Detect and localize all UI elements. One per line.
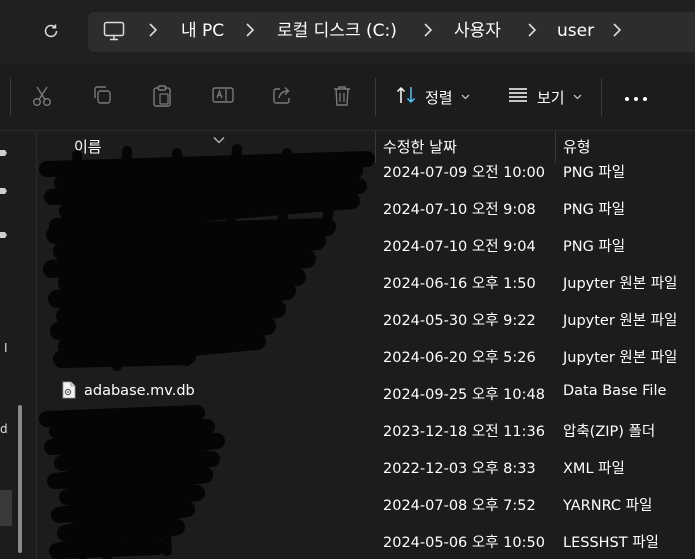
file-row[interactable]: 2023-12-18 오전 11:36 압축(ZIP) 폴더: [37, 411, 695, 448]
breadcrumb-user[interactable]: user: [557, 20, 594, 42]
file-type: XML 파일: [563, 461, 625, 477]
file-type: Jupyter 원본 파일: [563, 276, 678, 292]
sort-label: 정렬: [425, 88, 453, 107]
view-label: 보기: [537, 88, 565, 107]
file-row[interactable]: 2024-06-20 오후 5:26 Jupyter 원본 파일: [37, 337, 695, 374]
file-type: 압축(ZIP) 폴더: [563, 424, 656, 440]
chevron-right-icon[interactable]: [245, 22, 255, 40]
file-date: 2024-07-10 오전 9:08: [383, 202, 536, 218]
trash-icon[interactable]: [331, 84, 355, 108]
refresh-icon[interactable]: [40, 20, 62, 42]
file-date: 2024-07-09 오전 10:00: [383, 165, 545, 181]
file-type: YARNRC 파일: [563, 498, 653, 514]
nav-item-fragment[interactable]: d: [0, 422, 8, 436]
file-type: PNG 파일: [563, 202, 626, 218]
share-icon[interactable]: [271, 84, 295, 108]
file-row[interactable]: adabase.mv.db 2024-09-25 오후 10:48 Data B…: [37, 374, 695, 411]
scissors-icon[interactable]: [31, 84, 55, 108]
chevron-right-icon[interactable]: [423, 22, 433, 40]
file-date: 2024-07-08 오후 7:52: [383, 498, 536, 514]
file-type: Data Base File: [563, 383, 667, 399]
file-date: 2022-12-03 오후 8:33: [383, 461, 536, 477]
clipboard-icon[interactable]: [151, 84, 175, 108]
toolbar-divider: [10, 78, 11, 116]
file-type: PNG 파일: [563, 239, 626, 255]
file-date: 2024-05-06 오후 10:50: [383, 535, 545, 551]
file-date: 2024-06-16 오후 1:50: [383, 276, 536, 292]
file-row[interactable]: 2024-07-09 오전 10:00 PNG 파일: [37, 152, 695, 189]
file-date: 2024-07-10 오전 9:04: [383, 239, 536, 255]
file-row[interactable]: 2024-07-08 오후 7:52 YARNRC 파일: [37, 485, 695, 522]
sort-button[interactable]: 정렬: [395, 84, 470, 110]
pin-icon: [0, 183, 8, 195]
view-button[interactable]: 보기: [507, 84, 582, 110]
toolbar-divider: [375, 78, 376, 116]
file-row[interactable]: 2024-05-06 오후 10:50 LESSHST 파일: [37, 522, 695, 559]
address-bar-row: 내 PC 로컬 디스크 (C:) 사용자 user: [0, 0, 695, 64]
toolbar-divider: [601, 78, 602, 116]
sort-indicator-icon: [213, 129, 225, 144]
file-type: PNG 파일: [563, 165, 626, 181]
file-row[interactable]: 2022-12-03 오후 8:33 XML 파일: [37, 448, 695, 485]
nav-item-fragment[interactable]: I: [4, 341, 8, 355]
chevron-down-icon: [461, 92, 470, 103]
file-date: 2024-06-20 오후 5:26: [383, 350, 536, 366]
pin-icon: [0, 145, 8, 157]
sort-arrows-icon: [395, 84, 417, 110]
file-date: 2024-05-30 오후 9:22: [383, 313, 536, 329]
command-bar: 정렬 보기: [0, 64, 695, 131]
chevron-right-icon[interactable]: [527, 22, 537, 40]
copy-icon[interactable]: [91, 84, 115, 108]
file-date: 2024-09-25 오후 10:48: [383, 387, 545, 403]
file-row[interactable]: 2024-05-30 오후 9:22 Jupyter 원본 파일: [37, 300, 695, 337]
monitor-icon: [103, 21, 127, 43]
file-type: Jupyter 원본 파일: [563, 350, 678, 366]
more-dots-icon[interactable]: [624, 90, 648, 102]
nav-selected-item[interactable]: [0, 490, 12, 526]
file-row[interactable]: 2024-07-10 오전 9:08 PNG 파일: [37, 189, 695, 226]
rename-icon[interactable]: [211, 84, 235, 108]
file-type: Jupyter 원본 파일: [563, 313, 678, 329]
list-view-icon: [507, 86, 529, 108]
file-row[interactable]: 2024-06-16 오후 1:50 Jupyter 원본 파일: [37, 263, 695, 300]
file-date: 2023-12-18 오전 11:36: [383, 424, 545, 440]
chevron-down-icon: [573, 92, 582, 103]
file-row[interactable]: 2024-07-10 오전 9:04 PNG 파일: [37, 226, 695, 263]
chevron-right-icon[interactable]: [612, 22, 622, 40]
breadcrumb-my-pc[interactable]: 내 PC: [181, 20, 224, 42]
chevron-right-icon[interactable]: [148, 22, 158, 40]
file-type: LESSHST 파일: [563, 535, 659, 551]
breadcrumb-local-disk[interactable]: 로컬 디스크 (C:): [277, 20, 397, 42]
database-file-icon: [62, 381, 76, 399]
nav-scrollbar[interactable]: [18, 405, 22, 553]
breadcrumb-users[interactable]: 사용자: [454, 20, 501, 42]
pin-icon: [0, 227, 8, 239]
file-name: adabase.mv.db: [84, 383, 195, 399]
